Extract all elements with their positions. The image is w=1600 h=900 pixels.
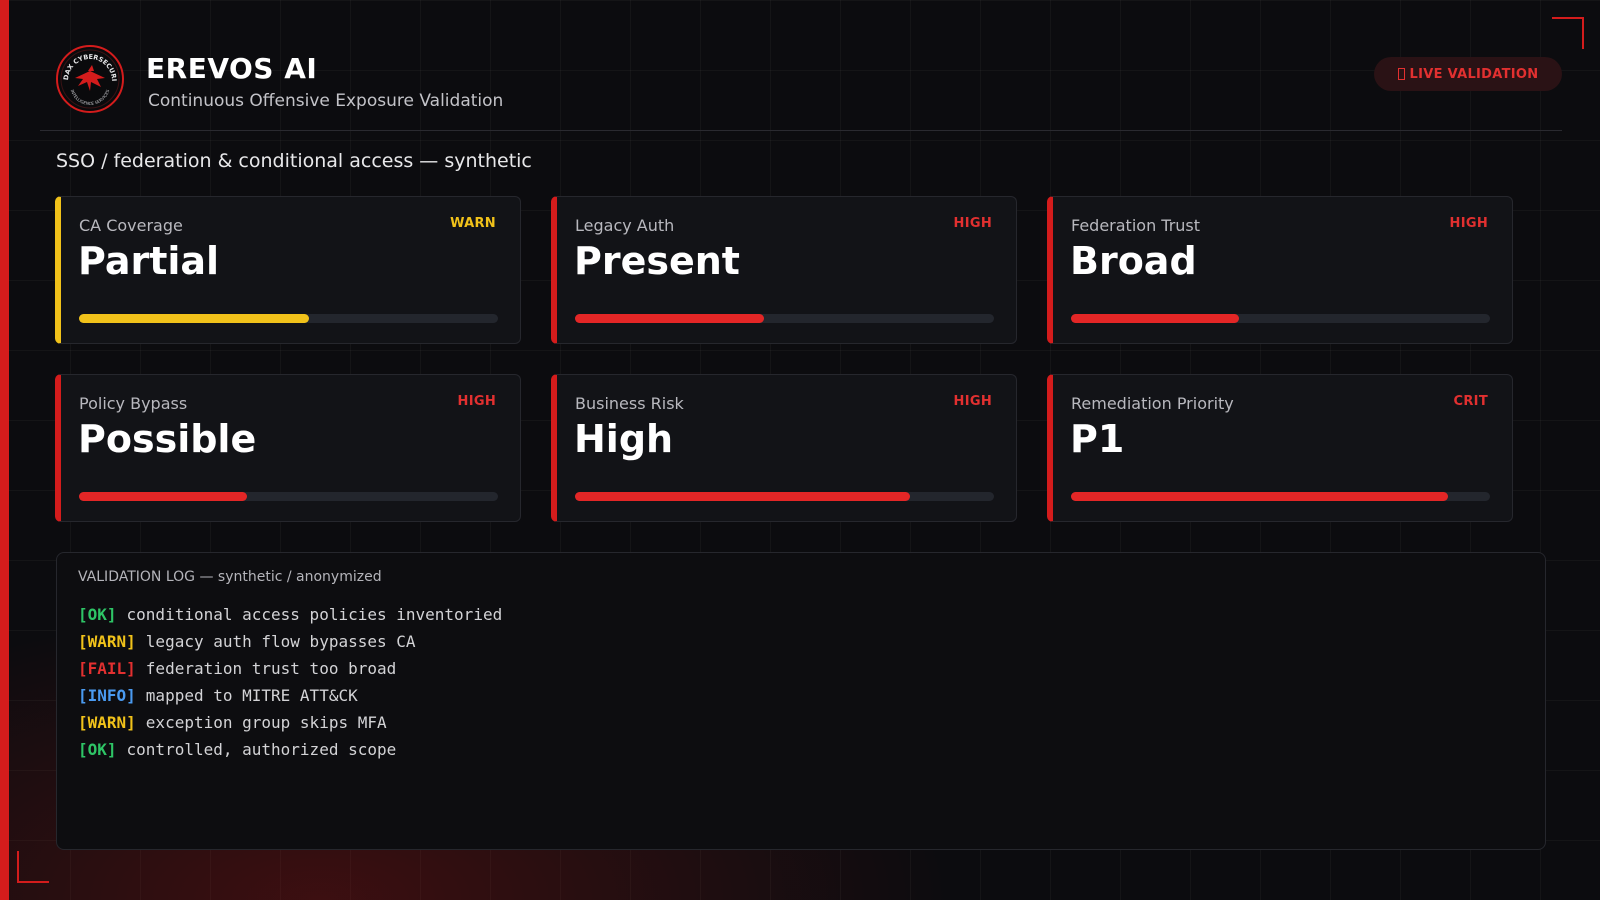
log-text: controlled, authorized scope [126,740,397,759]
metric-card-ca-coverage[interactable]: CA Coverage WARN Partial [55,196,521,344]
progress-fill [575,492,911,501]
progress-track [1071,492,1490,501]
severity-badge: WARN [450,216,496,231]
metric-card-policy-bypass[interactable]: Policy Bypass HIGH Possible [55,374,521,522]
progress-track [1071,314,1490,323]
app-subtitle: Continuous Offensive Exposure Validation [148,91,504,111]
audax-logo-icon: AUDAX CYBERSECURITY INTELLIGENCE SERVICE… [55,44,124,113]
accent-left-bar [0,0,9,900]
severity-badge: HIGH [953,394,992,409]
progress-track [79,314,498,323]
log-line: [OK] controlled, authorized scope [78,736,502,763]
metric-value: High [574,417,674,461]
app-title: EREVOS AI [146,52,318,85]
metric-card-federation-trust[interactable]: Federation Trust HIGH Broad [1047,196,1513,344]
metric-value: Partial [78,239,220,283]
severity-badge: HIGH [457,394,496,409]
live-indicator-icon [1397,68,1405,80]
log-tag-ok: [OK] [78,605,117,624]
progress-fill [1071,492,1449,501]
log-text: federation trust too broad [145,659,397,678]
log-lines: [OK] conditional access policies inventor… [78,601,502,763]
progress-fill [79,314,310,323]
log-tag-fail: [FAIL] [78,659,136,678]
metric-card-business-risk[interactable]: Business Risk HIGH High [551,374,1017,522]
progress-fill [79,492,247,501]
progress-track [575,314,994,323]
log-text: exception group skips MFA [145,713,387,732]
section-title: SSO / federation & conditional access — … [56,150,532,172]
log-text: mapped to MITRE ATT&CK [145,686,358,705]
metric-value: Possible [78,417,257,461]
log-line: [WARN] legacy auth flow bypasses CA [78,628,502,655]
metric-label: Legacy Auth [575,216,675,235]
log-text: legacy auth flow bypasses CA [145,632,416,651]
metric-label: Business Risk [575,394,684,413]
log-tag-warn: [WARN] [78,632,136,651]
progress-track [79,492,498,501]
log-tag-ok: [OK] [78,740,117,759]
log-line: [OK] conditional access policies inventor… [78,601,502,628]
metric-label: CA Coverage [79,216,183,235]
log-tag-info: [INFO] [78,686,136,705]
log-tag-warn: [WARN] [78,713,136,732]
metric-value: Present [574,239,740,283]
validation-log-panel[interactable]: VALIDATION LOG — synthetic / anonymized … [56,552,1546,850]
severity-badge: HIGH [1449,216,1488,231]
log-line: [WARN] exception group skips MFA [78,709,502,736]
log-line: [INFO] mapped to MITRE ATT&CK [78,682,502,709]
log-line: [FAIL] federation trust too broad [78,655,502,682]
progress-track [575,492,994,501]
progress-fill [575,314,764,323]
metric-card-remediation-priority[interactable]: Remediation Priority CRIT P1 [1047,374,1513,522]
corner-bracket-bottom-left [17,851,49,883]
progress-fill [1071,314,1239,323]
severity-badge: HIGH [953,216,992,231]
app-header: AUDAX CYBERSECURITY INTELLIGENCE SERVICE… [40,40,1562,131]
metric-label: Federation Trust [1071,216,1201,235]
live-validation-label: LIVE VALIDATION [1409,66,1539,82]
metric-value: Broad [1070,239,1197,283]
metric-label: Policy Bypass [79,394,188,413]
metric-label: Remediation Priority [1071,394,1234,413]
log-text: conditional access policies inventoried [126,605,503,624]
live-validation-badge[interactable]: LIVE VALIDATION [1374,57,1562,91]
severity-badge: CRIT [1453,394,1488,409]
validation-log-title: VALIDATION LOG — synthetic / anonymized [78,569,382,585]
metric-card-legacy-auth[interactable]: Legacy Auth HIGH Present [551,196,1017,344]
metric-value: P1 [1070,417,1125,461]
